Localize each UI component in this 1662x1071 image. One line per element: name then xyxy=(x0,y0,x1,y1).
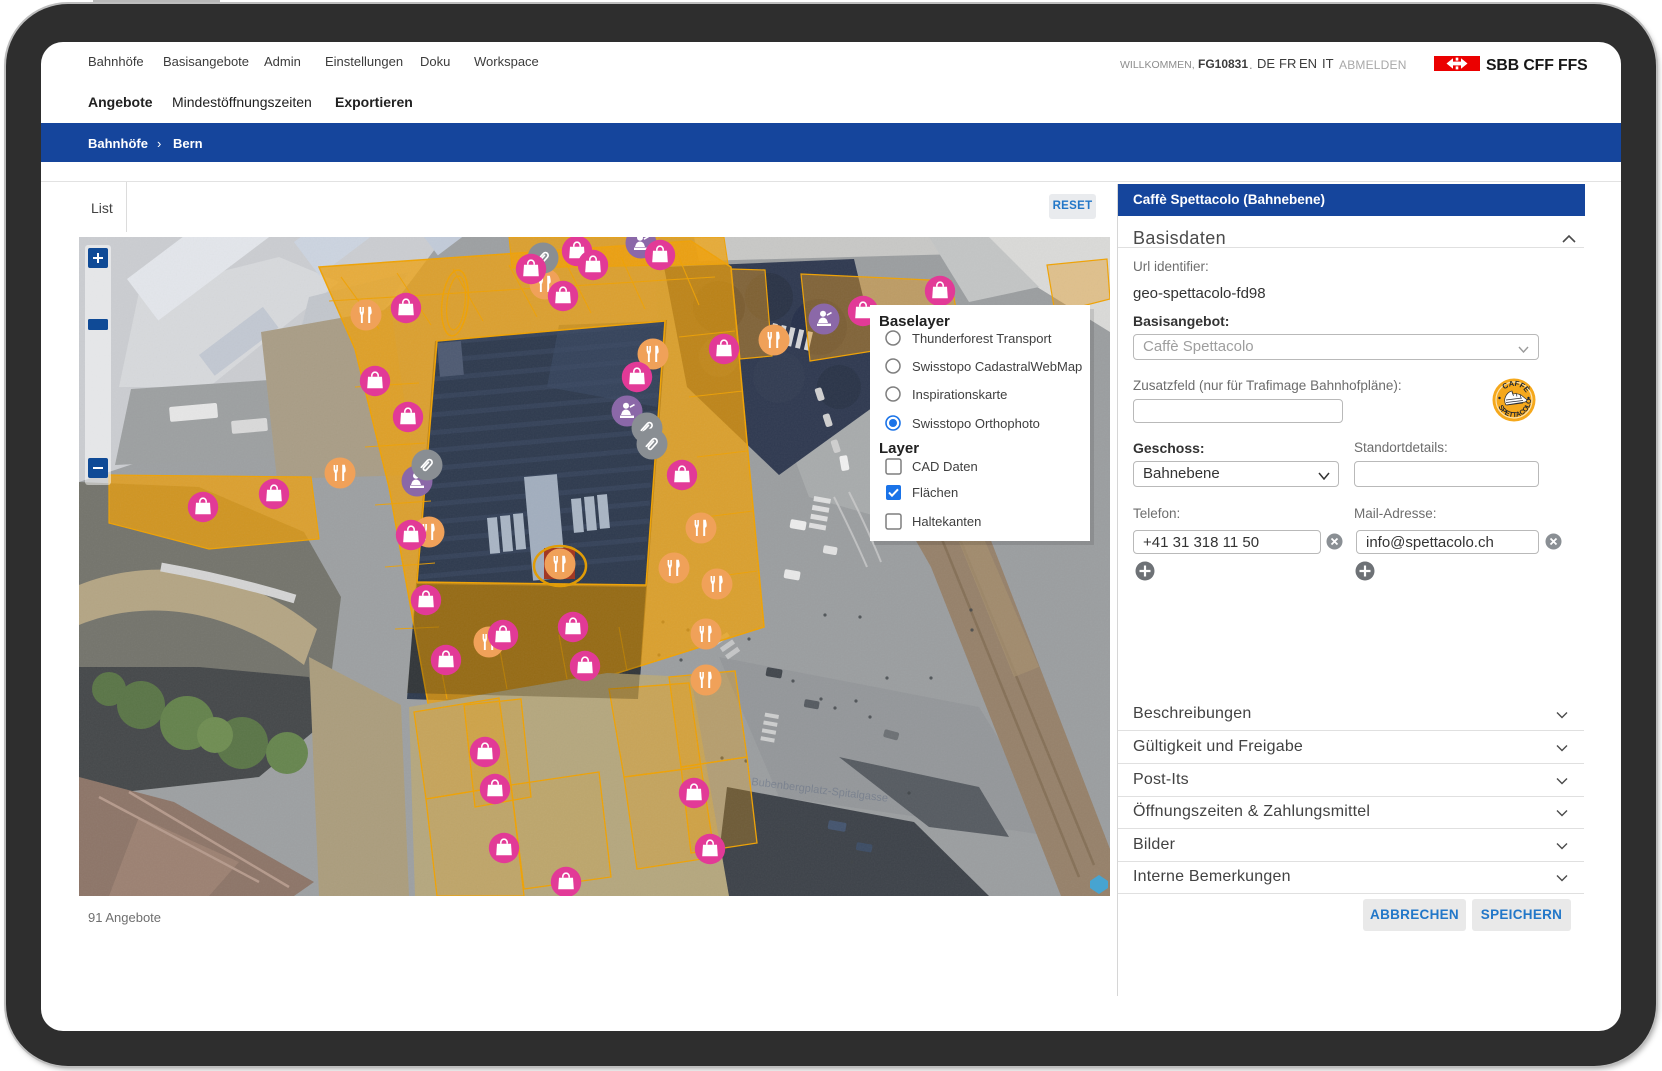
svg-text:SBB CFF FFS: SBB CFF FFS xyxy=(1486,57,1588,74)
svg-text:Thunderforest Transport: Thunderforest Transport xyxy=(912,331,1052,346)
svg-text:Inspirationskarte: Inspirationskarte xyxy=(912,387,1007,402)
svg-text:Swisstopo CadastralWebMap: Swisstopo CadastralWebMap xyxy=(912,359,1082,374)
svg-text:Baselayer: Baselayer xyxy=(879,313,950,330)
svg-text:CAD Daten: CAD Daten xyxy=(912,459,978,474)
svg-text:Layer: Layer xyxy=(879,440,919,457)
svg-text:Flächen: Flächen xyxy=(912,485,958,500)
svg-text:Swisstopo Orthophoto: Swisstopo Orthophoto xyxy=(912,416,1040,431)
svg-text:Haltekanten: Haltekanten xyxy=(912,514,981,529)
